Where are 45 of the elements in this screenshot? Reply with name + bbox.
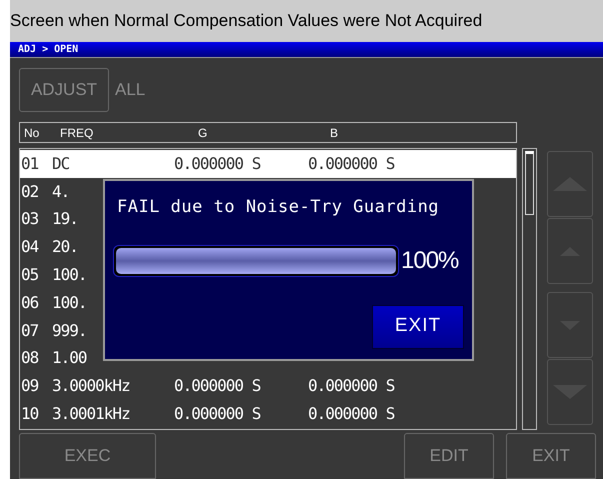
row-number: 09 xyxy=(20,375,40,398)
page-down-button[interactable] xyxy=(547,359,593,425)
row-number: 10 xyxy=(20,403,40,426)
row-number: 02 xyxy=(20,180,40,203)
table-row[interactable]: 10 3.0001kHz 0.000000 S 0.000000 S xyxy=(20,400,516,428)
row-number: 01 xyxy=(20,152,40,175)
error-message: FAIL due to Noise-Try Guarding xyxy=(117,196,440,219)
frequency-cell-text: DC xyxy=(51,152,70,175)
frequency-cell-text: 20. xyxy=(51,236,78,258)
frequency-cell-text: 4. xyxy=(51,180,70,203)
row-number: 05 xyxy=(20,264,40,286)
row-number: 03 xyxy=(20,208,40,230)
b-value-cell-text: 0.000000 S xyxy=(308,152,394,175)
mode-label: ALL xyxy=(115,79,146,102)
table-row[interactable]: 01 DC 0.000000 S 0.000000 S xyxy=(20,150,516,178)
row-number: 07 xyxy=(20,320,40,342)
row-number: 08 xyxy=(20,347,40,370)
scroll-down-button[interactable] xyxy=(547,292,593,358)
row-number: 04 xyxy=(20,236,40,258)
scroll-up-button[interactable] xyxy=(547,218,593,284)
caption: Screen when Normal Compensation Values were Not Acquired xyxy=(10,10,482,32)
column-header: FREQ xyxy=(60,124,94,142)
row-number: 06 xyxy=(20,292,40,314)
frequency-cell-text: 3.0000kHz xyxy=(51,375,131,398)
exit-button[interactable]: EXIT xyxy=(372,304,464,348)
progress-reading: 100% xyxy=(401,246,458,276)
frequency-cell-text: 3.0001kHz xyxy=(51,403,131,426)
column-header: No xyxy=(24,124,40,142)
column-header: B xyxy=(330,124,338,142)
scrollbar-thumb[interactable] xyxy=(525,151,534,215)
table-row[interactable]: 09 3.0000kHz 0.000000 S 0.000000 S xyxy=(20,372,516,400)
scrollbar[interactable] xyxy=(522,148,537,430)
frequency-cell-text: 1.00 xyxy=(51,347,87,370)
title-bar: ADJ > OPEN xyxy=(10,42,603,58)
g-value-cell-text: 0.000000 S xyxy=(174,152,262,175)
frequency-cell-text: 100. xyxy=(51,264,87,286)
b-value-cell-text: 0.000000 S xyxy=(308,375,394,398)
frequency-cell-text: 999. xyxy=(51,320,87,342)
column-header: G xyxy=(198,124,208,142)
b-value-cell-text: 0.000000 S xyxy=(308,403,394,426)
frequency-cell-text: 19. xyxy=(51,208,78,230)
g-value-cell-text: 0.000000 S xyxy=(174,403,262,426)
page-up-button[interactable] xyxy=(547,151,593,217)
g-value-cell-text: 0.000000 S xyxy=(174,375,262,398)
frequency-cell-text: 100. xyxy=(51,292,87,314)
